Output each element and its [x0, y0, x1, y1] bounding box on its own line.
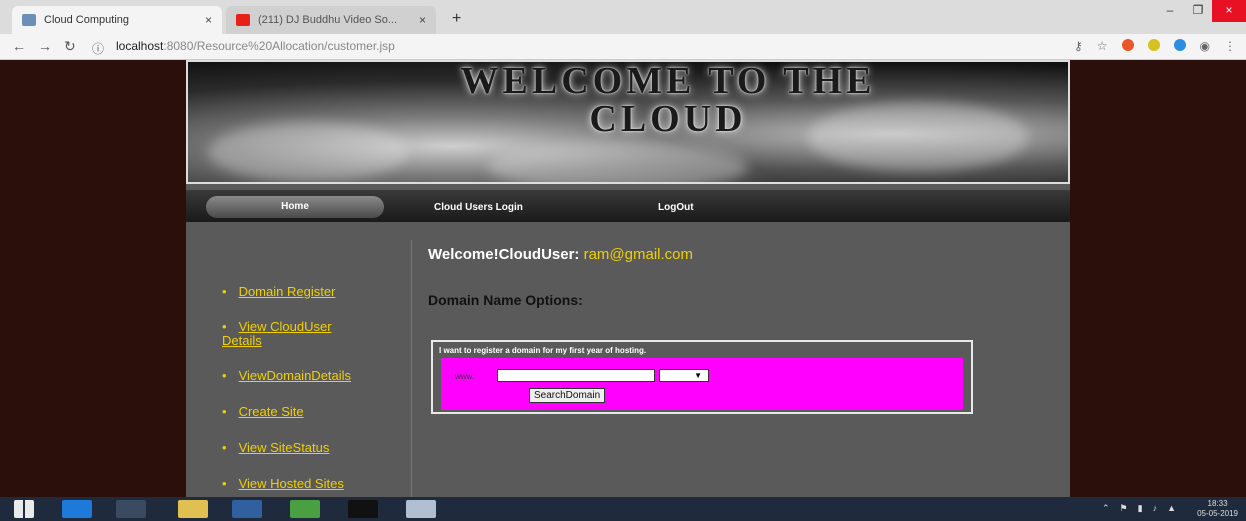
- page-icon: [22, 14, 36, 26]
- address-bar: ← → ↻ ⓘ localhost:8080/Resource%20Alloca…: [0, 34, 1246, 60]
- sidebar-item-view-domain-details[interactable]: • ViewDomainDetails: [222, 368, 351, 383]
- banner-title: WELCOME TO THE CLOUD: [388, 62, 948, 138]
- banner-title-line1: WELCOME TO THE: [460, 60, 876, 102]
- tab-title: Cloud Computing: [44, 14, 129, 26]
- window-controls: – ❐ ×: [1156, 0, 1246, 22]
- domain-search-box: I want to register a domain for my first…: [431, 340, 973, 414]
- clock-date: 05-05-2019: [1197, 509, 1238, 518]
- domain-options-heading: Domain Name Options:: [428, 292, 583, 308]
- welcome-prefix: Welcome!CloudUser:: [428, 246, 580, 263]
- sidebar-item-create-site[interactable]: • Create Site: [222, 404, 304, 419]
- windows-start-icon[interactable]: [14, 500, 34, 518]
- taskbar: ⌃ ⚑ ▮ ♪ ▲ 18:33 05-05-2019: [0, 497, 1246, 521]
- chevron-down-icon: ▼: [694, 371, 702, 380]
- file-explorer-icon[interactable]: [178, 500, 208, 518]
- domain-name-input[interactable]: [497, 369, 655, 382]
- chevron-up-icon[interactable]: ⌃: [1102, 503, 1110, 514]
- extension-icon[interactable]: [1121, 39, 1134, 51]
- user-email: ram@gmail.com: [583, 246, 694, 263]
- tld-select[interactable]: ▼: [659, 369, 709, 382]
- close-tab-icon[interactable]: ×: [205, 13, 212, 27]
- app-icon[interactable]: [290, 500, 320, 518]
- star-icon[interactable]: ☆: [1097, 39, 1108, 53]
- url-path: :8080/Resource%20Allocation/customer.jsp: [163, 39, 395, 53]
- clock-time: 18:33: [1207, 499, 1228, 508]
- content-container: WELCOME TO THE CLOUD Home Cloud Users Lo…: [186, 60, 1070, 497]
- network-icon[interactable]: ▲: [1167, 503, 1176, 514]
- clock[interactable]: 18:33 05-05-2019: [1197, 499, 1238, 519]
- new-tab-button[interactable]: +: [452, 10, 461, 28]
- www-label: www.: [455, 372, 475, 381]
- reload-icon[interactable]: ↻: [64, 38, 76, 55]
- back-arrow-icon[interactable]: ←: [12, 38, 26, 54]
- tab-title: (211) DJ Buddhu Video So...: [258, 14, 398, 26]
- extension-icon[interactable]: [1147, 39, 1160, 51]
- internet-explorer-icon[interactable]: [62, 500, 92, 518]
- welcome-message: Welcome!CloudUser: ram@gmail.com: [428, 246, 693, 263]
- menu-icon[interactable]: ⋮: [1224, 39, 1236, 53]
- terminal-icon[interactable]: [348, 500, 378, 518]
- forward-arrow-icon[interactable]: →: [38, 38, 52, 54]
- nav-logout[interactable]: LogOut: [658, 202, 694, 213]
- volume-icon[interactable]: ♪: [1153, 503, 1158, 514]
- main-nav: Home Cloud Users Login LogOut: [186, 190, 1070, 222]
- minimize-button[interactable]: –: [1156, 0, 1184, 22]
- battery-icon[interactable]: ▮: [1138, 503, 1143, 514]
- youtube-icon: [236, 14, 250, 26]
- cloud-banner: WELCOME TO THE CLOUD: [186, 60, 1070, 184]
- domain-caption: I want to register a domain for my first…: [439, 346, 647, 355]
- chrome-icon[interactable]: [116, 500, 146, 518]
- cloud-decoration: [488, 142, 748, 182]
- app-icon[interactable]: [232, 500, 262, 518]
- close-tab-icon[interactable]: ×: [419, 13, 426, 27]
- restore-button[interactable]: ❐: [1184, 0, 1212, 22]
- flag-icon[interactable]: ⚑: [1120, 503, 1128, 514]
- page: WELCOME TO THE CLOUD Home Cloud Users Lo…: [0, 60, 1246, 497]
- browser-tab-bar: Cloud Computing × (211) DJ Buddhu Video …: [0, 0, 1246, 34]
- sidebar-item-domain-register[interactable]: • Domain Register: [222, 284, 335, 299]
- profile-icon[interactable]: ◉: [1200, 39, 1210, 53]
- cloud-decoration: [208, 122, 408, 182]
- system-tray: ⌃ ⚑ ▮ ♪ ▲: [1102, 503, 1176, 514]
- app-icon[interactable]: [406, 500, 436, 518]
- banner-title-line2: CLOUD: [589, 98, 747, 140]
- search-domain-button[interactable]: SearchDomain: [529, 388, 606, 403]
- nav-cloud-users-login[interactable]: Cloud Users Login: [434, 202, 523, 213]
- sidebar-item-view-clouduser-details[interactable]: • View CloudUser Details: [222, 320, 372, 348]
- nav-home[interactable]: Home: [206, 196, 384, 218]
- tab-youtube[interactable]: (211) DJ Buddhu Video So... ×: [226, 6, 436, 34]
- sidebar-item-view-site-status[interactable]: • View SiteStatus: [222, 440, 329, 455]
- toolbar-icons: ⚷ ☆ ◉ ⋮: [1074, 39, 1236, 53]
- key-icon[interactable]: ⚷: [1074, 39, 1083, 53]
- window-close-button[interactable]: ×: [1212, 0, 1246, 22]
- sidebar: • Domain Register • View CloudUser Details…: [186, 240, 412, 497]
- url-field[interactable]: localhost:8080/Resource%20Allocation/cus…: [116, 39, 395, 53]
- info-icon[interactable]: ⓘ: [92, 40, 104, 57]
- extension-icon[interactable]: [1173, 39, 1186, 51]
- url-host: localhost: [116, 39, 164, 53]
- tab-cloud-computing[interactable]: Cloud Computing ×: [12, 6, 222, 34]
- domain-search-panel: www. ▼ SearchDomain: [441, 358, 963, 410]
- sidebar-item-view-hosted-sites[interactable]: • View Hosted Sites: [222, 476, 344, 491]
